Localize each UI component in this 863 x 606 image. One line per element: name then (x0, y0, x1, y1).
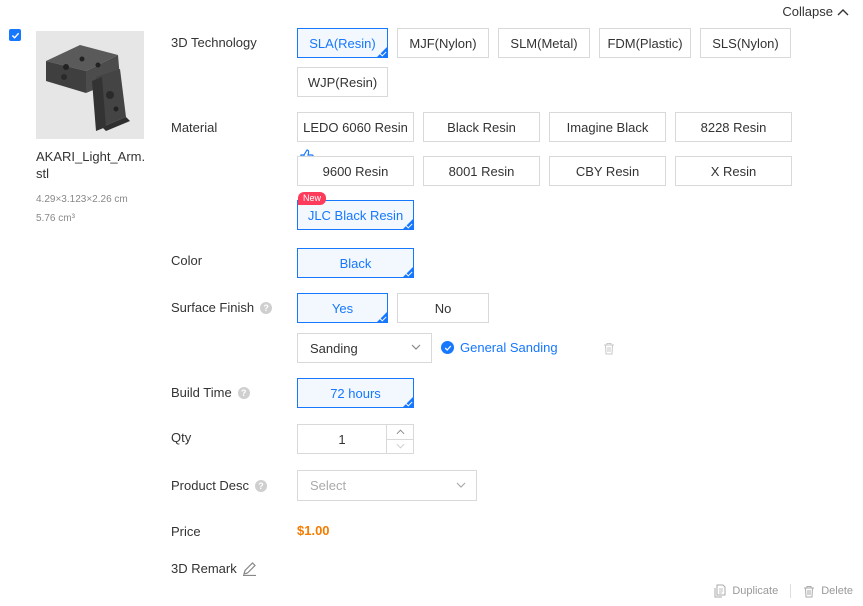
divider (790, 584, 792, 598)
duplicate-icon (714, 584, 726, 598)
file-volume: 5.76 cm³ (36, 213, 75, 224)
help-icon[interactable]: ? (255, 479, 268, 492)
general-sanding-option[interactable]: General Sanding (441, 340, 558, 355)
trash-icon (804, 585, 815, 597)
price-value: $1.00 (297, 523, 330, 538)
material-label: Material (171, 120, 218, 135)
tech-option-slm[interactable]: SLM(Metal) (498, 28, 590, 58)
quantity-input[interactable]: 1 (298, 425, 387, 453)
new-badge: New (298, 192, 327, 205)
tech-option-sls[interactable]: SLS(Nylon) (700, 28, 791, 58)
finish-type-select[interactable]: Sanding (297, 333, 432, 363)
material-option-x-resin[interactable]: X Resin (675, 156, 792, 186)
tech-option-mjf[interactable]: MJF(Nylon) (397, 28, 489, 58)
collapse-toggle[interactable]: Collapse (782, 4, 849, 19)
check-circle-icon (441, 341, 454, 354)
chevron-up-icon (837, 8, 849, 15)
chevron-down-icon (456, 482, 466, 488)
pencil-icon[interactable] (242, 561, 257, 576)
help-icon[interactable]: ? (260, 301, 273, 314)
item-actions: Duplicate Delete (714, 584, 853, 598)
product-desc-label: Product Desc ? (171, 478, 268, 493)
delete-button[interactable]: Delete (803, 585, 853, 598)
material-option-black-resin[interactable]: Black Resin (423, 112, 540, 142)
chevron-down-icon (396, 444, 404, 449)
help-icon[interactable]: ? (237, 386, 250, 399)
surface-finish-no[interactable]: No (397, 293, 489, 323)
surface-finish-label: Surface Finish ? (171, 300, 273, 315)
tech-option-wjp[interactable]: WJP(Resin) (297, 67, 388, 97)
remark-label: 3D Remark (171, 561, 237, 576)
trash-icon[interactable] (603, 342, 615, 355)
material-option-cby[interactable]: CBY Resin (549, 156, 666, 186)
material-option-imagine-black[interactable]: Imagine Black (549, 112, 666, 142)
qty-label: Qty (171, 430, 192, 445)
color-label: Color (171, 253, 203, 268)
price-label: Price (171, 524, 201, 539)
material-option-9600[interactable]: 9600 Resin (297, 156, 414, 186)
build-time-label: Build Time ? (171, 385, 250, 400)
tech-option-fdm[interactable]: FDM(Plastic) (599, 28, 691, 58)
collapse-label: Collapse (782, 4, 833, 19)
build-time-option-72h[interactable]: 72 hours (297, 378, 414, 408)
file-dimensions: 4.29×3.123×2.26 cm (36, 194, 128, 205)
material-option-8001[interactable]: 8001 Resin (423, 156, 540, 186)
item-checkbox[interactable] (9, 29, 21, 41)
product-desc-select[interactable]: Select (297, 470, 477, 501)
model-preview-image (36, 31, 144, 139)
checkmark-icon (11, 32, 19, 39)
quantity-decrement-button[interactable] (387, 438, 413, 454)
material-option-8228[interactable]: 8228 Resin (675, 112, 792, 142)
chevron-up-icon (396, 429, 404, 434)
tech-option-sla[interactable]: SLA(Resin) (297, 28, 388, 58)
model-thumbnail (36, 31, 144, 139)
technology-label: 3D Technology (171, 35, 257, 50)
material-option-ledo-6060[interactable]: LEDO 6060 Resin (297, 112, 414, 142)
quantity-stepper[interactable]: 1 (297, 424, 414, 454)
chevron-down-icon (411, 344, 421, 350)
color-option-black[interactable]: Black (297, 248, 414, 278)
file-name: AKARI_Light_Arm.stl (36, 149, 146, 181)
quantity-increment-button[interactable] (387, 425, 413, 439)
surface-finish-yes[interactable]: Yes (297, 293, 388, 323)
duplicate-button[interactable]: Duplicate (714, 584, 778, 598)
